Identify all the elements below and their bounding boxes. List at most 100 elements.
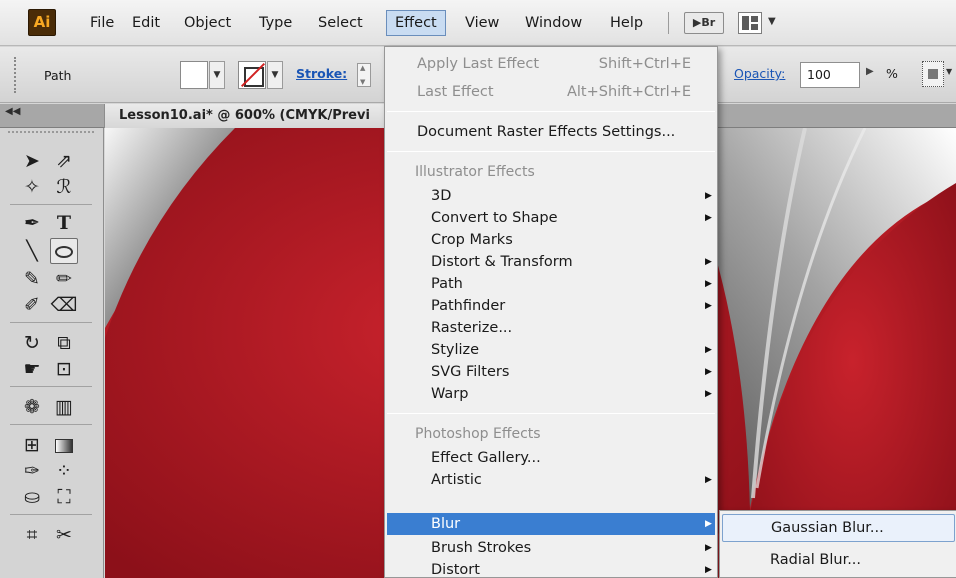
bridge-button[interactable]: ▶Br [684,12,724,34]
menu-item-distort-transform[interactable]: Distort & Transform ▶ [385,251,717,273]
menu-effect[interactable]: Effect [386,10,446,36]
opacity-input[interactable]: 100 [800,62,860,88]
slice-tool-icon[interactable]: ✂ [50,522,78,548]
menu-select[interactable]: Select [310,10,371,36]
ellipse-tool-icon[interactable] [50,238,78,264]
artboard-tool-icon[interactable]: ⌗ [18,522,46,548]
menu-item-gaussian-blur[interactable]: Gaussian Blur... [722,514,955,542]
illustrator-effects-header: Illustrator Effects [385,161,717,183]
menu-item-convert-to-shape[interactable]: Convert to Shape ▶ [385,207,717,229]
menu-file[interactable]: File [82,10,122,36]
submenu-arrow-icon: ▶ [705,257,712,267]
illustrator-effects-header-label: Illustrator Effects [415,164,535,180]
scale-tool-icon[interactable]: ⧉ [50,330,78,356]
menu-item-path[interactable]: Path ▶ [385,273,717,295]
bridge-label: Br [701,16,716,29]
submenu-arrow-icon: ▶ [705,345,712,355]
warp-tool-icon[interactable]: ☛ [18,356,46,382]
eraser-tool-icon[interactable]: ⌫ [50,292,78,318]
menu-item-crop-marks[interactable]: Crop Marks [385,229,717,251]
last-effect-shortcut: Alt+Shift+Ctrl+E [566,84,691,100]
mesh-tool-icon[interactable]: ⊞ [18,432,46,458]
menu-item-warp[interactable]: Warp ▶ [385,383,717,405]
tools-divider [10,386,92,387]
menu-item-artistic[interactable]: Artistic ▶ [385,469,717,491]
menu-item-rasterize[interactable]: Rasterize... [385,317,717,339]
warp-label: Warp [431,386,469,402]
menu-item-last-effect: Last Effect Alt+Shift+Ctrl+E [385,81,717,103]
crop-marks-label: Crop Marks [431,232,513,248]
opacity-label[interactable]: Opacity: [734,66,785,81]
line-segment-tool-icon[interactable]: ╲ [18,238,46,264]
selection-options-icon[interactable] [922,61,944,87]
blob-brush-tool-icon[interactable]: ✐ [18,292,46,318]
menu-item-pathfinder[interactable]: Pathfinder ▶ [385,295,717,317]
distort-label: Distort [431,562,480,578]
raster-settings-label: Document Raster Effects Settings... [417,124,676,140]
photoshop-effects-header-label: Photoshop Effects [415,426,541,442]
rotate-tool-icon[interactable]: ↻ [18,330,46,356]
menu-item-document-raster-effects-settings[interactable]: Document Raster Effects Settings... [385,121,717,143]
pen-tool-icon[interactable]: ✒ [18,210,46,236]
menu-edit[interactable]: Edit [124,10,168,36]
menu-window[interactable]: Window [517,10,590,36]
menu-view[interactable]: View [457,10,507,36]
symbol-sprayer-tool-icon[interactable]: ❁ [18,394,46,420]
lasso-tool-icon[interactable]: ℛ [50,174,78,200]
tools-panel-grip[interactable] [8,131,94,136]
magic-wand-tool-icon[interactable]: ✧ [18,174,46,200]
tools-divider [10,424,92,425]
menu-item-brush-strokes[interactable]: Brush Strokes ▶ [385,537,717,559]
eyedropper-tool-icon[interactable]: ✑ [18,458,46,484]
gradient-tool-icon[interactable] [50,432,78,458]
fill-dropdown-icon[interactable]: ▼ [209,61,225,89]
submenu-arrow-icon: ▶ [705,213,712,223]
submenu-arrow-icon: ▶ [705,191,712,201]
type-tool-icon[interactable]: T [50,210,78,236]
submenu-arrow-icon: ▶ [705,475,712,485]
menu-type[interactable]: Type [251,10,300,36]
stroke-weight-stepper[interactable] [357,63,371,87]
brush-strokes-label: Brush Strokes [431,540,532,556]
svg-filters-label: SVG Filters [431,364,510,380]
menu-item-distort[interactable]: Distort ▶ [385,559,717,578]
paintbrush-tool-icon[interactable]: ✎ [18,266,46,292]
opacity-slider-caret-icon[interactable]: ▶ [866,66,874,77]
pencil-tool-icon[interactable]: ✏ [50,266,78,292]
apply-last-effect-label: Apply Last Effect [417,56,540,72]
menu-help[interactable]: Help [602,10,651,36]
blur-label: Blur [431,516,461,532]
menu-item-effect-gallery[interactable]: Effect Gallery... [385,447,717,469]
arrange-documents-icon[interactable] [738,12,762,34]
live-paint-bucket-tool-icon[interactable]: ⛀ [18,484,46,510]
submenu-arrow-icon: ▶ [705,519,712,529]
distort-transform-label: Distort & Transform [431,254,573,270]
menu-item-stylize[interactable]: Stylize ▶ [385,339,717,361]
selection-tool-icon[interactable]: ➤ [18,148,46,174]
control-panel-grip[interactable] [14,57,18,93]
menu-item-blur[interactable]: Blur ▶ [387,513,715,535]
menu-object[interactable]: Object [176,10,239,36]
stylize-label: Stylize [431,342,480,358]
tools-divider [10,322,92,323]
panel-menu-caret-icon[interactable]: ▼ [946,67,952,76]
free-transform-tool-icon[interactable]: ⊡ [50,356,78,382]
stroke-none-swatch-icon[interactable] [238,61,266,89]
stroke-dropdown-icon[interactable]: ▼ [267,61,283,89]
arrange-documents-caret-icon[interactable]: ▼ [768,16,776,27]
path-label: Path [431,276,463,292]
live-paint-selection-tool-icon[interactable]: ⛶ [50,484,78,510]
last-effect-label: Last Effect [417,84,494,100]
menu-item-3d[interactable]: 3D ▶ [385,185,717,207]
collapse-panel-icon[interactable]: ◀◀ [5,106,20,117]
submenu-arrow-icon: ▶ [705,279,712,289]
fill-swatch[interactable] [180,61,208,89]
illustrator-logo-icon: Ai [28,9,56,36]
document-tab[interactable]: Lesson10.ai* @ 600% (CMYK/Previ [104,104,388,128]
menu-item-radial-blur[interactable]: Radial Blur... [720,547,956,575]
column-graph-tool-icon[interactable]: ▥ [50,394,78,420]
blend-tool-icon[interactable]: ⁘ [50,458,78,484]
direct-selection-tool-icon[interactable]: ⇗ [50,148,78,174]
stroke-label[interactable]: Stroke: [296,66,347,81]
menu-item-svg-filters[interactable]: SVG Filters ▶ [385,361,717,383]
